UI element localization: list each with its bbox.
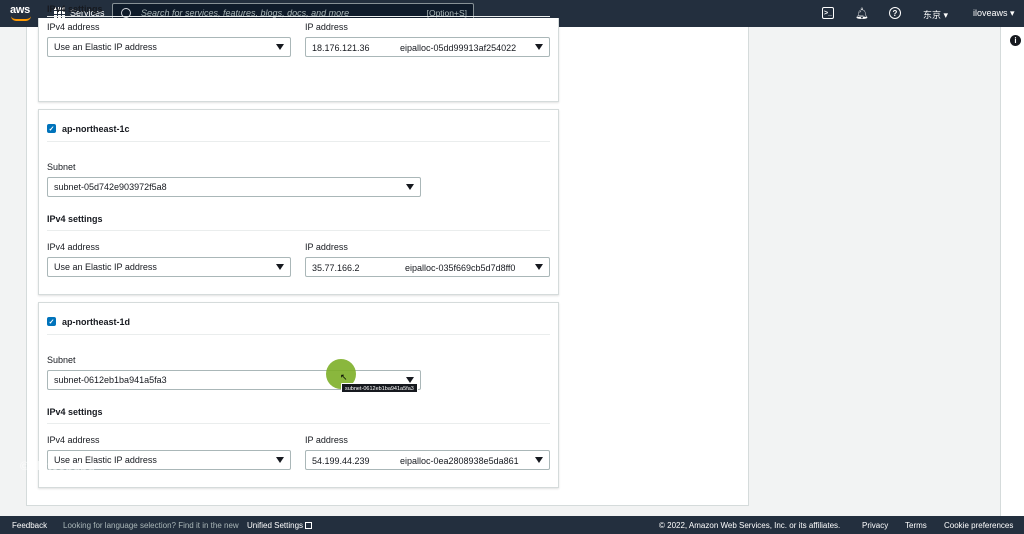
ip-address-select[interactable]: 35.77.166.2 eipalloc-035f669cb5d7d8ff0: [305, 257, 550, 277]
unified-settings-link[interactable]: Unified Settings: [247, 521, 313, 530]
terms-link[interactable]: Terms: [905, 521, 927, 530]
ipv4-address-label: IPv4 address: [47, 22, 100, 32]
divider: [47, 423, 550, 424]
ip-address-label: IP address: [305, 22, 348, 32]
watermark: ©Plotcopdpd: [20, 459, 95, 473]
ip-value: 18.176.121.36: [312, 43, 370, 53]
zone-name: ap-northeast-1c: [62, 124, 130, 134]
cloudshell-icon[interactable]: >_: [822, 7, 834, 19]
zone-checkbox[interactable]: ✓: [47, 124, 56, 133]
ip-address-select[interactable]: 54.199.44.239 eipalloc-0ea2808938e5da861: [305, 450, 550, 470]
aws-logo-smile: [11, 16, 31, 21]
divider: [47, 16, 550, 17]
zone-card-1: IPv4 settings IPv4 address Use an Elasti…: [38, 4, 559, 102]
ip-value: 35.77.166.2: [312, 263, 360, 273]
help-icon[interactable]: ?: [889, 7, 901, 19]
zone-name: ap-northeast-1d: [62, 317, 131, 327]
aws-logo[interactable]: aws: [10, 4, 34, 23]
ipv4-address-select[interactable]: Use an Elastic IP address: [47, 257, 291, 277]
caret-down-icon: [276, 264, 284, 270]
subnet-select[interactable]: subnet-05d742e903972f5a8: [47, 177, 421, 197]
footer: Feedback Looking for language selection?…: [0, 516, 1024, 534]
ipv4-settings-heading: IPv4 settings: [47, 407, 103, 417]
ip-value: 54.199.44.239: [312, 456, 370, 466]
ip-address-label: IP address: [305, 435, 348, 445]
language-notice-text: Looking for language selection? Find it …: [63, 521, 239, 530]
subnet-label: Subnet: [47, 355, 76, 365]
zone-checkbox[interactable]: ✓: [47, 317, 56, 326]
region-selector[interactable]: 东京 ▾: [923, 8, 948, 21]
allocation-id: eipalloc-035f669cb5d7d8ff0: [405, 263, 516, 273]
caret-down-icon: [276, 457, 284, 463]
ipv4-settings-heading: IPv4 settings: [47, 4, 103, 14]
ipv4-address-label: IPv4 address: [47, 242, 100, 252]
cookie-preferences-link[interactable]: Cookie preferences: [944, 521, 1013, 530]
ipv4-address-select[interactable]: Use an Elastic IP address: [47, 37, 291, 57]
mouse-pointer-icon: ↖: [340, 372, 348, 382]
caret-down-icon: [535, 264, 543, 270]
ip-address-label: IP address: [305, 242, 348, 252]
subnet-tooltip: subnet-0612eb1ba941a5fa3: [341, 383, 418, 393]
aws-logo-text: aws: [10, 4, 30, 16]
divider: [47, 230, 550, 231]
zone-card-ap-northeast-1c: ✓ ap-northeast-1c Subnet subnet-05d742e9…: [38, 109, 559, 295]
zone-card-ap-northeast-1d: ✓ ap-northeast-1d Subnet subnet-0612eb1b…: [38, 302, 559, 488]
feedback-link[interactable]: Feedback: [12, 521, 47, 530]
ipv4-address-value: Use an Elastic IP address: [54, 42, 157, 52]
language-notice: Looking for language selection? Find it …: [63, 521, 239, 530]
copyright: © 2022, Amazon Web Services, Inc. or its…: [659, 521, 841, 530]
ipv4-address-value: Use an Elastic IP address: [54, 262, 157, 272]
external-link-icon: [305, 522, 313, 529]
right-utility-bar: i: [1000, 27, 1024, 516]
caret-down-icon: [535, 44, 543, 50]
ip-address-select[interactable]: 18.176.121.36 eipalloc-05dd99913af254022: [305, 37, 550, 57]
account-menu[interactable]: iloveaws ▾: [973, 8, 1015, 19]
info-icon[interactable]: i: [1010, 35, 1021, 46]
subnet-label: Subnet: [47, 162, 76, 172]
caret-down-icon: [406, 184, 414, 190]
caret-down-icon: [276, 44, 284, 50]
subnet-value: subnet-0612eb1ba941a5fa3: [54, 375, 167, 385]
divider: [47, 141, 550, 142]
privacy-link[interactable]: Privacy: [862, 521, 888, 530]
allocation-id: eipalloc-0ea2808938e5da861: [400, 456, 519, 466]
bell-icon[interactable]: 🔔︎: [855, 7, 869, 20]
ipv4-address-label: IPv4 address: [47, 435, 100, 445]
ipv4-settings-heading: IPv4 settings: [47, 214, 103, 224]
subnet-value: subnet-05d742e903972f5a8: [54, 182, 167, 192]
caret-down-icon: [535, 457, 543, 463]
unified-settings-label: Unified Settings: [247, 521, 304, 530]
allocation-id: eipalloc-05dd99913af254022: [400, 43, 517, 53]
divider: [47, 334, 550, 335]
